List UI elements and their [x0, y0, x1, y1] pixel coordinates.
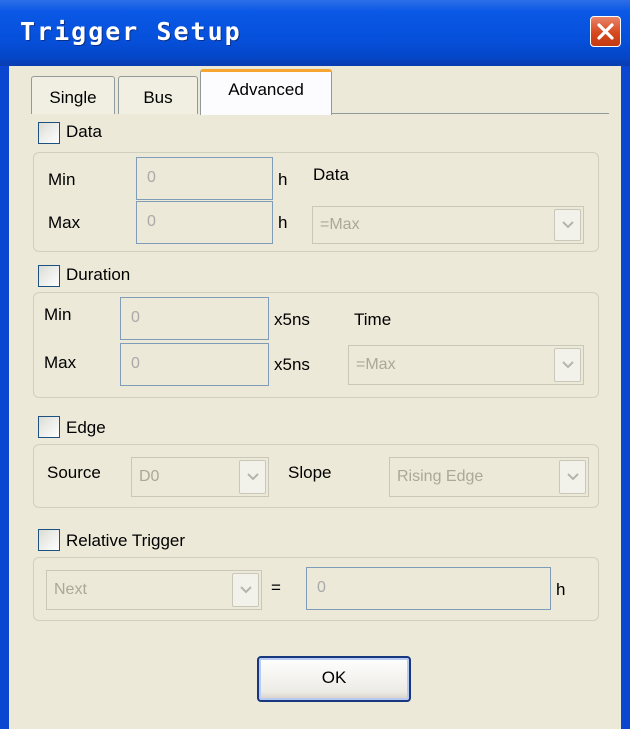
duration-min-unit: x5ns — [274, 310, 310, 329]
data-min-input[interactable]: 0 — [136, 157, 273, 200]
edge-slope-select-value: Rising Edge — [397, 468, 484, 485]
duration-min-label: Min — [44, 305, 72, 324]
chevron-down-icon — [562, 221, 574, 229]
duration-mode-select-value: =Max — [356, 356, 396, 373]
tab-advanced-label: Advanced — [228, 80, 304, 99]
duration-max-input[interactable]: 0 — [120, 343, 269, 386]
close-icon — [597, 23, 614, 40]
edge-source-label: Source — [47, 463, 101, 482]
close-button[interactable] — [590, 16, 621, 47]
tab-single-label: Single — [49, 88, 97, 107]
edge-source-select-value: D0 — [139, 468, 160, 485]
window-frame-right — [621, 66, 630, 729]
ok-button[interactable]: OK — [257, 656, 411, 702]
relative-trigger-dropdown-button[interactable] — [232, 573, 259, 607]
edge-slope-label: Slope — [288, 463, 332, 482]
data-checkbox[interactable] — [38, 122, 60, 144]
duration-mode-dropdown-button[interactable] — [554, 348, 581, 382]
data-mode-dropdown-button[interactable] — [554, 209, 581, 241]
tab-single[interactable]: Single — [31, 76, 115, 114]
edge-source-select[interactable]: D0 — [131, 457, 269, 497]
relative-trigger-unit: h — [556, 580, 566, 599]
duration-mode-label: Time — [354, 310, 392, 329]
relative-trigger-mode-select[interactable]: Next — [46, 570, 262, 610]
data-mode-select-value: =Max — [320, 216, 360, 233]
duration-max-label: Max — [44, 353, 77, 372]
edge-slope-select[interactable]: Rising Edge — [389, 457, 589, 497]
duration-checkbox[interactable] — [38, 265, 60, 287]
duration-min-input[interactable]: 0 — [120, 297, 269, 340]
chevron-down-icon — [240, 586, 252, 594]
data-mode-label: Data — [313, 165, 349, 184]
data-mode-select[interactable]: =Max — [312, 206, 584, 244]
data-max-input[interactable]: 0 — [136, 201, 273, 244]
data-checkbox-label: Data — [66, 122, 102, 141]
edge-checkbox-label: Edge — [66, 418, 106, 437]
relative-trigger-value-input[interactable]: 0 — [306, 567, 551, 610]
duration-max-unit: x5ns — [274, 355, 310, 374]
relative-trigger-checkbox[interactable] — [38, 529, 60, 551]
tab-bus[interactable]: Bus — [118, 76, 198, 114]
edge-source-dropdown-button[interactable] — [239, 460, 266, 494]
duration-checkbox-label: Duration — [66, 265, 131, 284]
data-min-label: Min — [48, 170, 76, 189]
data-max-label: Max — [48, 213, 81, 232]
tab-strip-divider — [332, 113, 609, 114]
title-bar: Trigger Setup — [0, 0, 630, 66]
window-frame-left — [0, 66, 9, 729]
duration-mode-select[interactable]: =Max — [348, 345, 584, 385]
data-max-unit: h — [278, 213, 288, 232]
window-title: Trigger Setup — [20, 17, 242, 46]
chevron-down-icon — [247, 473, 259, 481]
edge-checkbox[interactable] — [38, 416, 60, 438]
relative-trigger-mode-select-value: Next — [54, 581, 87, 598]
edge-slope-dropdown-button[interactable] — [559, 460, 586, 494]
relative-trigger-equals: = — [271, 578, 281, 597]
chevron-down-icon — [567, 473, 579, 481]
tab-advanced[interactable]: Advanced — [200, 69, 332, 115]
chevron-down-icon — [562, 361, 574, 369]
tab-bus-label: Bus — [143, 88, 173, 107]
data-min-unit: h — [278, 170, 288, 189]
relative-trigger-checkbox-label: Relative Trigger — [66, 531, 186, 550]
